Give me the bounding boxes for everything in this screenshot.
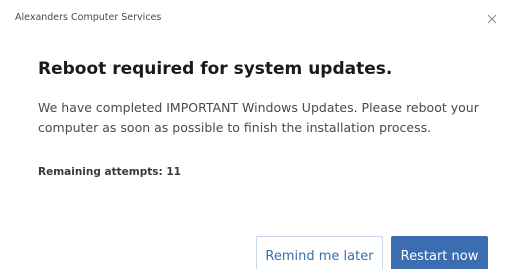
dialog-heading: Reboot required for system updates. <box>38 59 393 79</box>
window-title: Alexanders Computer Services <box>15 11 162 23</box>
dialog-message: We have completed IMPORTANT Windows Upda… <box>38 100 479 135</box>
remind-me-later-button[interactable]: Remind me later <box>256 236 383 269</box>
remaining-attempts-label: Remaining attempts: 11 <box>38 166 181 178</box>
close-icon[interactable] <box>485 12 499 26</box>
title-bar: Alexanders Computer Services <box>0 0 507 34</box>
restart-now-button[interactable]: Restart now <box>391 236 488 269</box>
notification-window: Alexanders Computer Services Reboot requ… <box>0 0 507 269</box>
